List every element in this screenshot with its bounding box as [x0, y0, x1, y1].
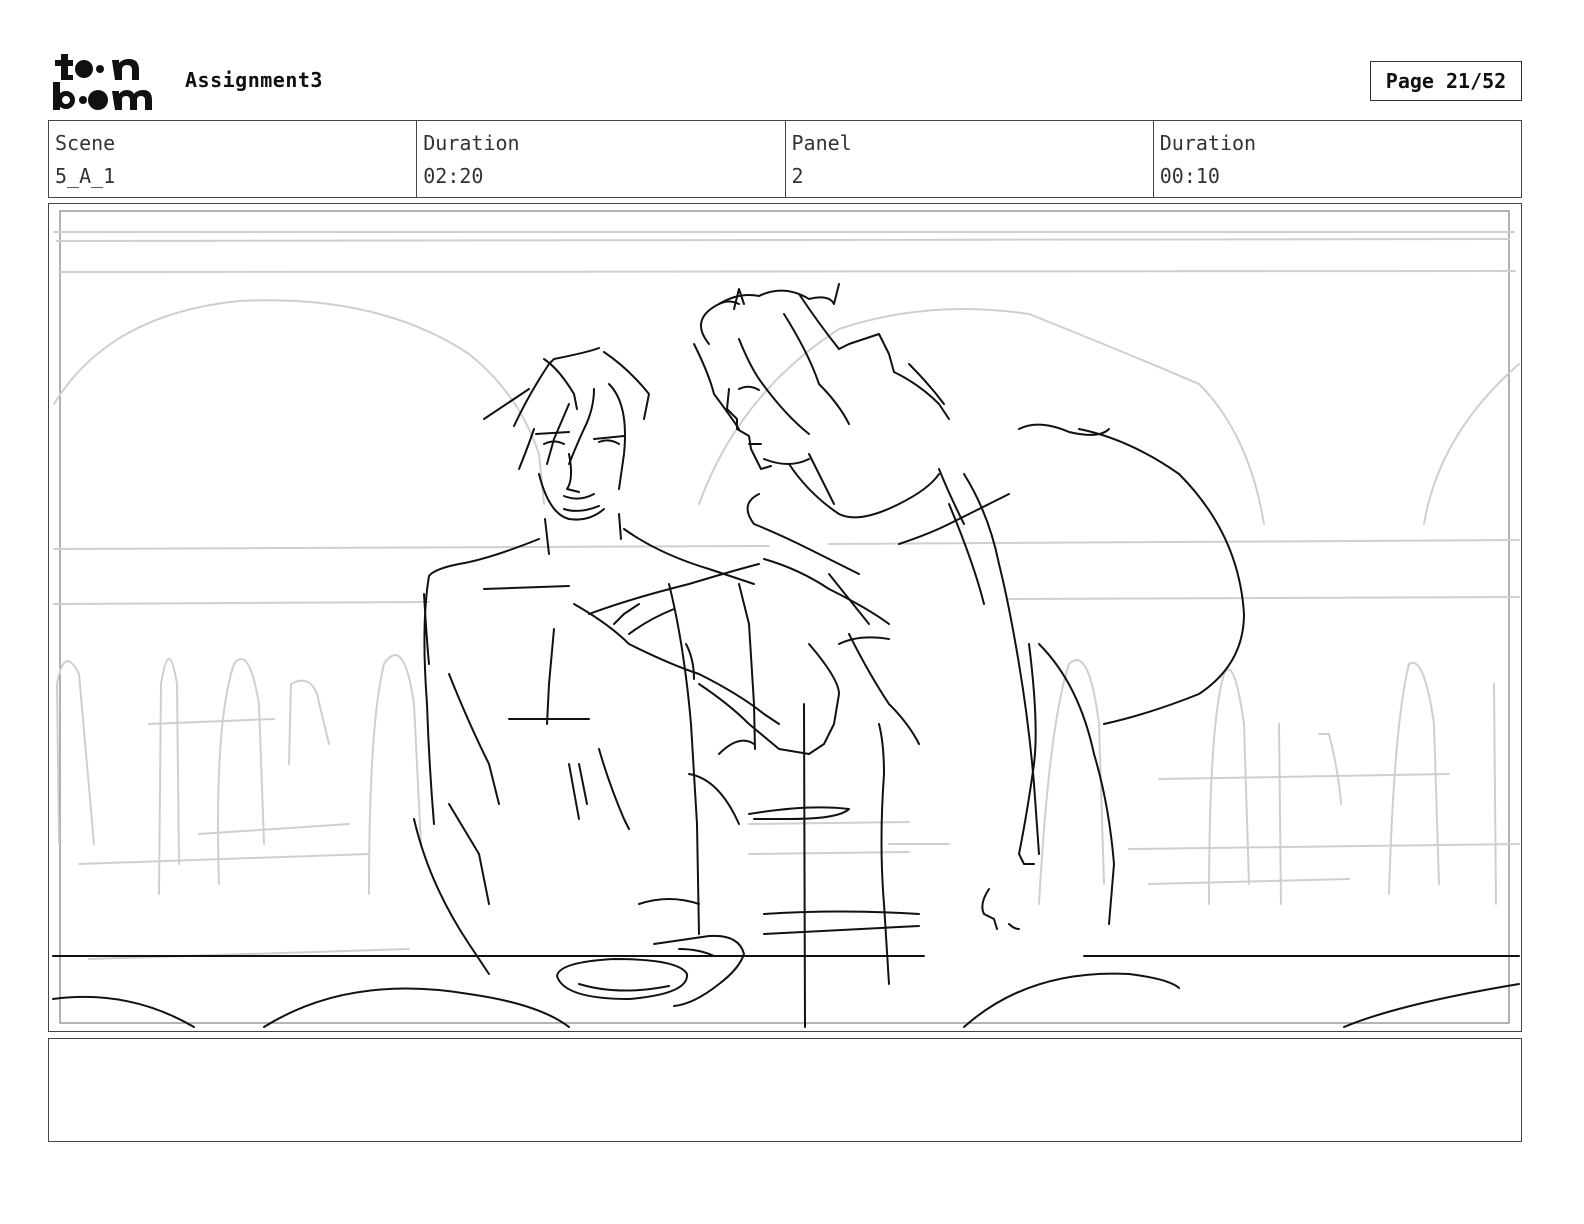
panel-notes-box	[48, 1038, 1522, 1142]
scene-value: 5_A_1	[55, 164, 116, 188]
scene-label: Scene	[55, 131, 116, 155]
panel-value: 2	[791, 164, 804, 188]
panel-duration-value: 00:10	[1159, 164, 1220, 188]
storyboard-panel-image	[48, 203, 1522, 1032]
scene-duration-value: 02:20	[423, 164, 484, 188]
background-sketch	[53, 231, 1520, 960]
panel-cell: Panel 2	[786, 121, 1154, 197]
page-indicator: Page 21/52	[1370, 61, 1522, 101]
scene-cell: Scene 5_A_1	[49, 121, 418, 197]
panel-duration-cell: Duration 00:10	[1154, 121, 1521, 197]
project-title: Assignment3	[185, 68, 323, 92]
panel-label: Panel	[791, 131, 852, 155]
scene-duration-cell: Duration 02:20	[417, 121, 786, 197]
toon-boom-logo	[50, 50, 162, 112]
scene-duration-label: Duration	[423, 131, 520, 155]
safe-area-frame	[59, 210, 1510, 1024]
toon-boom-logo-mark	[53, 54, 152, 110]
character-sketch	[52, 283, 1520, 1028]
panel-info-table: Scene 5_A_1 Duration 02:20 Panel 2 Durat…	[48, 120, 1522, 198]
storyboard-sketch	[52, 210, 1520, 1028]
panel-notes-text	[49, 1039, 1521, 1055]
panel-duration-label: Duration	[1159, 131, 1257, 155]
